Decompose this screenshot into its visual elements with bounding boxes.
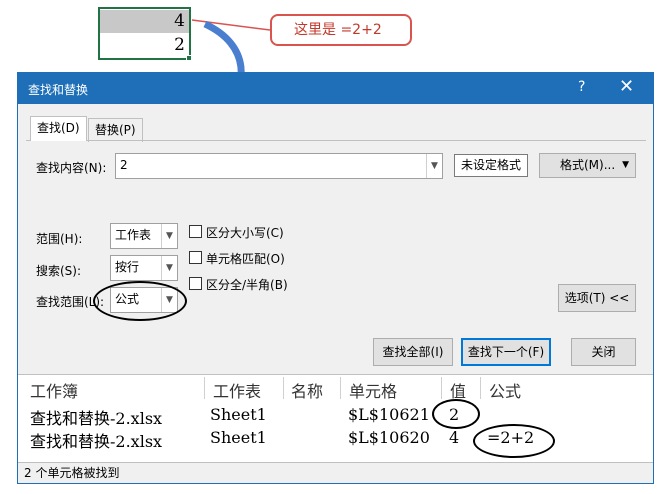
- column-header-sheet[interactable]: 工作表: [213, 378, 261, 402]
- match-entire-cell-label: 单元格匹配(O): [206, 252, 285, 266]
- row-sheet: Sheet1: [210, 405, 267, 424]
- search-order-value: 按行: [115, 260, 140, 274]
- match-entire-cell-checkbox[interactable]: [189, 251, 202, 264]
- row-cell: $L$10621: [348, 405, 430, 424]
- selected-cells[interactable]: 4 2: [98, 7, 191, 60]
- cell-value-2[interactable]: 2: [100, 34, 189, 57]
- row-sheet: Sheet1: [210, 428, 267, 447]
- options-button[interactable]: 选项(T) <<: [558, 284, 636, 312]
- format-button-label: 格式(M)...: [560, 158, 616, 172]
- column-header-name[interactable]: 名称: [291, 378, 323, 402]
- status-bar: 2 个单元格被找到: [18, 462, 653, 483]
- results-list[interactable]: 工作簿 工作表 名称 单元格 值 公式 查找和替换-2.xlsx Sheet1 …: [18, 374, 653, 462]
- lookin-highlight-ellipse: [93, 281, 187, 321]
- dialog-titlebar: 查找和替换 ? ✕: [18, 73, 653, 104]
- find-replace-dialog: 查找和替换 ? ✕ 查找(D) 替换(P) 查找内容(N): 2 ▼ 未设定格式…: [17, 72, 654, 484]
- row-value: 4: [449, 428, 460, 447]
- tab-find[interactable]: 查找(D): [30, 116, 87, 141]
- find-next-button[interactable]: 查找下一个(F): [461, 338, 551, 366]
- search-order-select[interactable]: 按行 ▼: [110, 255, 178, 281]
- chevron-down-icon[interactable]: ▼: [161, 224, 177, 248]
- dialog-title: 查找和替换: [28, 83, 89, 97]
- scope-label: 范围(H):: [36, 232, 83, 246]
- column-separator: [480, 377, 481, 399]
- column-header-book[interactable]: 工作簿: [30, 378, 78, 402]
- find-what-input[interactable]: 2 ▼: [115, 153, 443, 179]
- chevron-down-icon[interactable]: ▼: [161, 256, 177, 280]
- column-header-formula[interactable]: 公式: [489, 378, 521, 402]
- find-what-value: 2: [120, 158, 128, 172]
- scope-value: 工作表: [115, 228, 152, 242]
- annotation-callout: 这里是 =2+2: [270, 14, 412, 46]
- match-byte-label: 区分全/半角(B): [206, 278, 288, 292]
- fill-handle[interactable]: [186, 55, 192, 61]
- formula-highlight-ellipse: [473, 424, 555, 458]
- find-what-label: 查找内容(N):: [36, 161, 107, 175]
- row-cell: $L$10620: [348, 428, 430, 447]
- column-separator: [204, 377, 205, 399]
- dropdown-triangle-icon: ▼: [622, 160, 629, 170]
- match-byte-checkbox[interactable]: [189, 277, 202, 290]
- callout-pointer-line: [191, 19, 271, 31]
- match-case-label: 区分大小写(C): [206, 226, 284, 240]
- tab-replace[interactable]: 替换(P): [88, 118, 143, 142]
- close-button[interactable]: 关闭: [571, 338, 636, 366]
- match-case-checkbox[interactable]: [189, 225, 202, 238]
- search-order-label: 搜索(S):: [36, 264, 82, 278]
- format-button[interactable]: 格式(M)... ▼: [539, 153, 636, 178]
- column-separator: [441, 377, 442, 399]
- column-separator: [283, 377, 284, 399]
- format-preview: 未设定格式: [454, 154, 528, 177]
- find-all-button[interactable]: 查找全部(I): [373, 338, 453, 366]
- column-separator: [340, 377, 341, 399]
- help-icon[interactable]: ?: [578, 79, 585, 95]
- chevron-down-icon[interactable]: ▼: [426, 154, 442, 178]
- column-header-cell[interactable]: 单元格: [349, 378, 397, 402]
- scope-select[interactable]: 工作表 ▼: [110, 223, 178, 249]
- row-book: 查找和替换-2.xlsx: [30, 409, 163, 428]
- close-icon[interactable]: ✕: [619, 76, 634, 97]
- cell-value-1[interactable]: 4: [100, 10, 189, 33]
- value-highlight-ellipse: [432, 399, 480, 429]
- row-book: 查找和替换-2.xlsx: [30, 432, 163, 451]
